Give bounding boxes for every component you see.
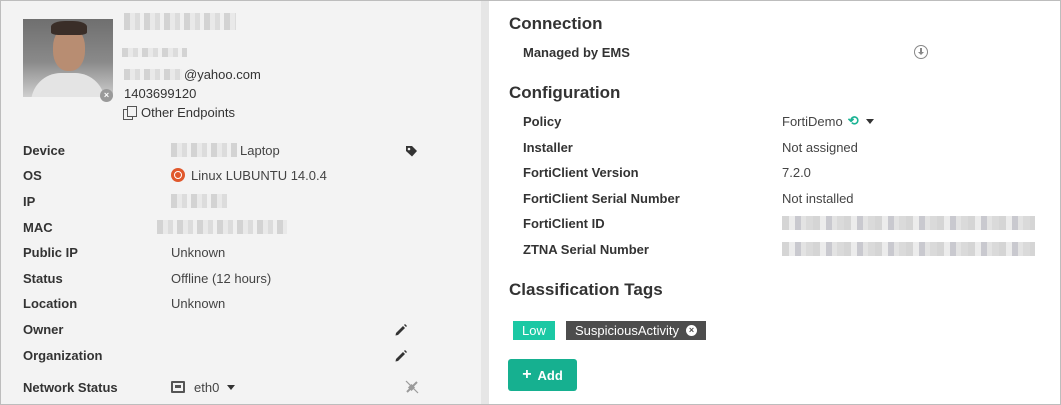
detail-label: Owner bbox=[23, 321, 64, 337]
detail-row-network-status: Network Status eth0 bbox=[23, 378, 236, 396]
config-value: Not installed bbox=[782, 190, 854, 206]
config-row-ztna-serial: ZTNA Serial Number bbox=[523, 240, 1035, 258]
config-label: Policy bbox=[523, 113, 562, 129]
config-label: FortiClient Version bbox=[523, 164, 639, 180]
ztna-serial-redacted bbox=[782, 242, 1035, 256]
detail-value bbox=[171, 194, 227, 208]
detail-row-public-ip: Public IP Unknown bbox=[23, 243, 225, 261]
avatar bbox=[23, 19, 113, 97]
edit-organization-pencil-icon[interactable] bbox=[394, 349, 408, 363]
mac-redacted bbox=[157, 220, 287, 234]
detail-value: Unknown bbox=[171, 295, 226, 311]
policy-value: FortiDemo bbox=[782, 113, 843, 129]
config-row-installer: Installer Not assigned bbox=[523, 138, 858, 156]
managed-by-ems-row: Managed by EMS bbox=[523, 43, 782, 61]
edit-owner-pencil-icon[interactable] bbox=[394, 323, 408, 337]
detail-label: IP bbox=[23, 193, 36, 209]
user-name-redacted bbox=[124, 13, 236, 30]
detail-label: OS bbox=[23, 167, 42, 183]
tag-chip-low[interactable]: Low bbox=[513, 321, 555, 340]
chevron-down-icon bbox=[227, 384, 236, 390]
user-subtitle-redacted bbox=[122, 48, 187, 57]
configuration-title: Configuration bbox=[509, 83, 621, 102]
user-phone: 1403699120 bbox=[124, 86, 197, 101]
email-domain: @yahoo.com bbox=[184, 67, 261, 82]
tag-chip-label: SuspiciousActivity bbox=[575, 323, 680, 338]
ethernet-icon bbox=[171, 381, 185, 393]
device-name-redacted bbox=[171, 143, 237, 157]
tag-chip-suspicious-activity[interactable]: SuspiciousActivity × bbox=[566, 321, 707, 340]
detail-value: Offline (12 hours) bbox=[171, 270, 272, 286]
add-tag-button[interactable]: + Add bbox=[508, 359, 577, 391]
config-label: FortiClient Serial Number bbox=[523, 190, 680, 206]
detail-label: MAC bbox=[23, 219, 53, 235]
detail-label: Status bbox=[23, 270, 63, 286]
add-tag-label: Add bbox=[537, 367, 563, 383]
ip-redacted bbox=[171, 194, 227, 208]
disconnect-icon[interactable] bbox=[404, 379, 420, 395]
config-value: Not assigned bbox=[782, 139, 858, 155]
policy-dropdown[interactable]: FortiDemo ⟲ bbox=[782, 113, 874, 129]
detail-value: Linux LUBUNTU 14.0.4 bbox=[171, 168, 327, 183]
config-label: ZTNA Serial Number bbox=[523, 241, 649, 257]
detail-value bbox=[157, 220, 287, 234]
config-row-forticlient-id: FortiClient ID bbox=[523, 214, 1035, 232]
copy-icon bbox=[123, 106, 137, 120]
classification-title: Classification Tags bbox=[509, 280, 663, 299]
chevron-down-icon bbox=[865, 118, 874, 124]
pane-divider bbox=[481, 1, 489, 404]
detail-row-mac: MAC bbox=[23, 218, 287, 236]
endpoint-config-pane: Connection Managed by EMS Configuration … bbox=[489, 1, 1060, 404]
config-label: Installer bbox=[523, 139, 573, 155]
device-type: Laptop bbox=[240, 142, 280, 158]
detail-row-ip: IP bbox=[23, 192, 227, 210]
managed-by-ems-label: Managed by EMS bbox=[523, 44, 630, 60]
ubuntu-icon bbox=[171, 168, 185, 182]
config-row-version: FortiClient Version 7.2.0 bbox=[523, 163, 811, 181]
detail-label: Public IP bbox=[23, 244, 78, 260]
tag-icon[interactable] bbox=[405, 145, 418, 158]
download-circle-icon[interactable] bbox=[914, 45, 928, 59]
config-row-serial: FortiClient Serial Number Not installed bbox=[523, 189, 854, 207]
detail-value: Unknown bbox=[171, 244, 226, 260]
config-row-policy: Policy FortiDemo ⟲ bbox=[523, 112, 874, 130]
email-redacted bbox=[124, 69, 182, 81]
detail-row-device: Device Laptop bbox=[23, 141, 280, 159]
detail-label: Location bbox=[23, 295, 78, 311]
connection-title: Connection bbox=[509, 14, 603, 33]
config-label: FortiClient ID bbox=[523, 215, 605, 231]
config-value bbox=[782, 216, 1035, 230]
os-value: Linux LUBUNTU 14.0.4 bbox=[191, 167, 327, 183]
forticlient-id-redacted bbox=[782, 216, 1035, 230]
detail-row-status: Status Offline (12 hours) bbox=[23, 269, 271, 287]
detail-value: Laptop bbox=[171, 143, 280, 158]
detail-label: Network Status bbox=[23, 379, 118, 395]
other-endpoints-label: Other Endpoints bbox=[141, 105, 235, 120]
sync-icon: ⟲ bbox=[847, 113, 859, 128]
network-interface-dropdown[interactable]: eth0 bbox=[171, 379, 236, 395]
detail-row-os: OS Linux LUBUNTU 14.0.4 bbox=[23, 166, 327, 184]
avatar-status-icon: × bbox=[100, 89, 113, 102]
other-endpoints-link[interactable]: Other Endpoints bbox=[123, 105, 235, 120]
config-value: 7.2.0 bbox=[782, 164, 811, 180]
endpoint-summary-pane: × @yahoo.com 1403699120 Other Endpoints … bbox=[1, 1, 481, 404]
detail-label: Organization bbox=[23, 347, 103, 363]
user-email: @yahoo.com bbox=[124, 67, 261, 82]
close-icon[interactable]: × bbox=[686, 325, 698, 336]
detail-row-location: Location Unknown bbox=[23, 294, 225, 312]
network-interface-value: eth0 bbox=[194, 379, 220, 395]
plus-icon: + bbox=[522, 366, 532, 383]
detail-row-owner: Owner bbox=[23, 320, 171, 338]
detail-row-organization: Organization bbox=[23, 346, 171, 364]
detail-label: Device bbox=[23, 142, 65, 158]
config-value bbox=[782, 242, 1035, 256]
